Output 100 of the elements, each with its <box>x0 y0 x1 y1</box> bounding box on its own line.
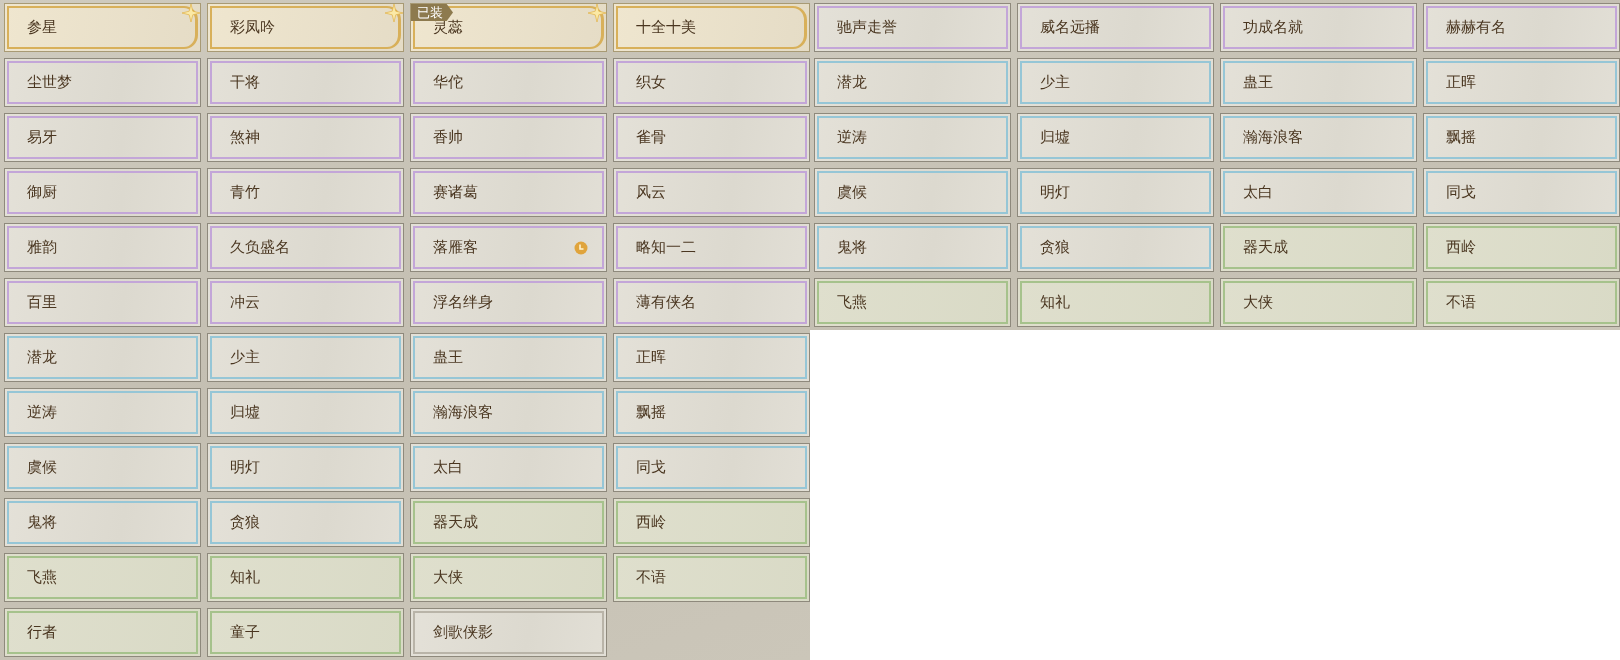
title-name: 华佗 <box>433 73 463 92</box>
title-tile[interactable]: 明灯 <box>207 443 404 492</box>
title-name: 虞候 <box>837 183 867 202</box>
title-tile[interactable]: 不语 <box>1423 278 1620 327</box>
title-tile[interactable]: 潜龙 <box>814 58 1011 107</box>
title-tile[interactable]: 赫赫有名 <box>1423 3 1620 52</box>
title-tile[interactable]: 略知一二 <box>613 223 810 272</box>
title-tile[interactable]: 明灯 <box>1017 168 1214 217</box>
title-name: 浮名绊身 <box>433 293 493 312</box>
title-name: 十全十美 <box>636 18 696 37</box>
title-tile[interactable]: 煞神 <box>207 113 404 162</box>
title-name: 不语 <box>1446 293 1476 312</box>
title-name: 太白 <box>1243 183 1273 202</box>
title-name: 雅韵 <box>27 238 57 257</box>
title-tile[interactable]: 蛊王 <box>1220 58 1417 107</box>
title-tile[interactable]: 大侠 <box>410 553 607 602</box>
title-tile[interactable]: 瀚海浪客 <box>1220 113 1417 162</box>
title-tile[interactable]: 正晖 <box>1423 58 1620 107</box>
title-tile[interactable]: 器天成 <box>1220 223 1417 272</box>
title-tile[interactable]: 飞燕 <box>814 278 1011 327</box>
title-tile[interactable]: 十全十美 <box>613 3 810 52</box>
title-tile[interactable]: 百里 <box>4 278 201 327</box>
title-tile[interactable]: 织女 <box>613 58 810 107</box>
title-name: 御厨 <box>27 183 57 202</box>
title-tile[interactable]: 冲云 <box>207 278 404 327</box>
title-name: 贪狼 <box>230 513 260 532</box>
title-tile[interactable]: 太白 <box>1220 168 1417 217</box>
title-tile[interactable]: 鬼将 <box>814 223 1011 272</box>
title-name: 不语 <box>636 568 666 587</box>
title-tile[interactable]: 少主 <box>1017 58 1214 107</box>
title-tile[interactable]: 太白 <box>410 443 607 492</box>
title-name: 贪狼 <box>1040 238 1070 257</box>
title-name: 同戈 <box>636 458 666 477</box>
title-tile[interactable]: 同戈 <box>613 443 810 492</box>
title-tile[interactable]: 行者 <box>4 608 201 657</box>
title-name: 大侠 <box>1243 293 1273 312</box>
title-tile[interactable]: 虞候 <box>814 168 1011 217</box>
title-tile[interactable]: 鬼将 <box>4 498 201 547</box>
title-tile[interactable]: 久负盛名 <box>207 223 404 272</box>
title-tile[interactable]: 归墟 <box>207 388 404 437</box>
title-tile[interactable]: 飞燕 <box>4 553 201 602</box>
title-tile[interactable]: 贪狼 <box>207 498 404 547</box>
title-tile[interactable]: 彩凤吟 <box>207 3 404 52</box>
title-tile[interactable]: 西岭 <box>1423 223 1620 272</box>
title-name: 鬼将 <box>837 238 867 257</box>
title-tile[interactable]: 香帅 <box>410 113 607 162</box>
title-name: 赫赫有名 <box>1446 18 1506 37</box>
title-name: 知礼 <box>1040 293 1070 312</box>
title-name: 西岭 <box>1446 238 1476 257</box>
title-tile[interactable]: 御厨 <box>4 168 201 217</box>
title-tile[interactable]: 尘世梦 <box>4 58 201 107</box>
title-tile[interactable]: 瀚海浪客 <box>410 388 607 437</box>
title-tile[interactable]: 大侠 <box>1220 278 1417 327</box>
title-name: 赛诸葛 <box>433 183 478 202</box>
title-tile[interactable]: 飘摇 <box>1423 113 1620 162</box>
title-name: 蛊王 <box>433 348 463 367</box>
title-tile[interactable]: 飘摇 <box>613 388 810 437</box>
title-tile[interactable]: 落雁客 <box>410 223 607 272</box>
title-tile[interactable]: 参星 <box>4 3 201 52</box>
title-tile[interactable]: 知礼 <box>207 553 404 602</box>
title-tile[interactable]: 蛊王 <box>410 333 607 382</box>
title-tile[interactable]: 浮名绊身 <box>410 278 607 327</box>
title-tile[interactable]: 少主 <box>207 333 404 382</box>
title-tile[interactable]: 威名远播 <box>1017 3 1214 52</box>
title-tile[interactable]: 赛诸葛 <box>410 168 607 217</box>
title-tile[interactable]: 驰声走誉 <box>814 3 1011 52</box>
title-name: 冲云 <box>230 293 260 312</box>
title-name: 明灯 <box>230 458 260 477</box>
title-tile[interactable]: 不语 <box>613 553 810 602</box>
title-tile[interactable]: 功成名就 <box>1220 3 1417 52</box>
title-name: 潜龙 <box>27 348 57 367</box>
title-tile[interactable]: 器天成 <box>410 498 607 547</box>
title-tile[interactable]: 干将 <box>207 58 404 107</box>
title-tile[interactable]: 正晖 <box>613 333 810 382</box>
title-tile[interactable]: 潜龙 <box>4 333 201 382</box>
title-name: 飞燕 <box>27 568 57 587</box>
title-tile[interactable]: 虞候 <box>4 443 201 492</box>
title-tile[interactable]: 归墟 <box>1017 113 1214 162</box>
title-name: 易牙 <box>27 128 57 147</box>
title-tile[interactable]: 雅韵 <box>4 223 201 272</box>
title-tile[interactable]: 雀骨 <box>613 113 810 162</box>
equipped-badge: 已装 <box>411 4 453 21</box>
title-tile[interactable]: 薄有侠名 <box>613 278 810 327</box>
title-name: 飘摇 <box>636 403 666 422</box>
title-tile[interactable]: 逆涛 <box>814 113 1011 162</box>
title-tile[interactable]: 贪狼 <box>1017 223 1214 272</box>
title-name: 西岭 <box>636 513 666 532</box>
title-tile[interactable]: 风云 <box>613 168 810 217</box>
title-tile[interactable]: 知礼 <box>1017 278 1214 327</box>
title-tile[interactable]: 西岭 <box>613 498 810 547</box>
title-tile[interactable]: 易牙 <box>4 113 201 162</box>
title-tile[interactable]: 同戈 <box>1423 168 1620 217</box>
title-tile[interactable]: 华佗 <box>410 58 607 107</box>
title-name: 风云 <box>636 183 666 202</box>
title-tile[interactable]: 童子 <box>207 608 404 657</box>
title-name: 虞候 <box>27 458 57 477</box>
title-name: 正晖 <box>1446 73 1476 92</box>
title-tile[interactable]: 逆涛 <box>4 388 201 437</box>
title-tile[interactable]: 剑歌侠影 <box>410 608 607 657</box>
title-tile[interactable]: 青竹 <box>207 168 404 217</box>
